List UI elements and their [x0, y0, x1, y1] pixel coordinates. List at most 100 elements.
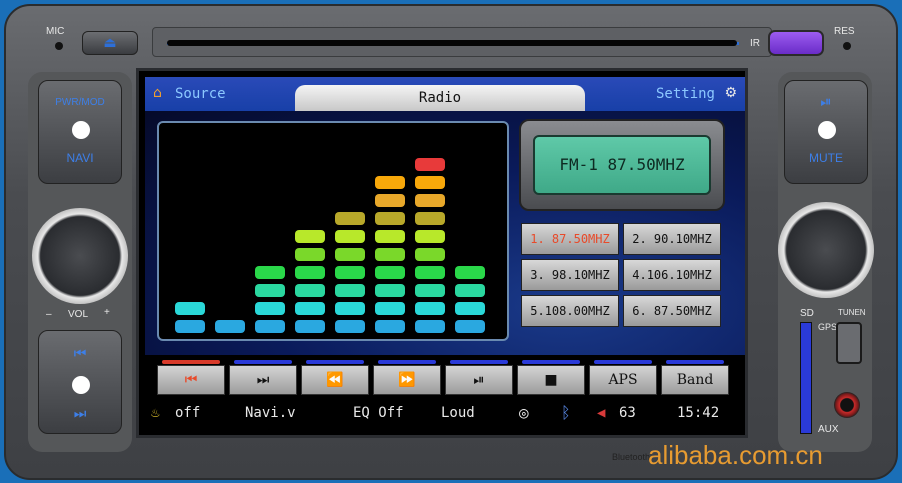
- eq-segment: [255, 284, 285, 297]
- seat-icon: ♨: [151, 405, 160, 421]
- track-seek-button[interactable]: ⏮ ⏭: [38, 330, 122, 434]
- eq-segment: [455, 284, 485, 297]
- aux-jack[interactable]: [834, 392, 860, 418]
- status-bar: ♨ off Navi.v EQ Off Loud ◎ ᛒ ◀ 63 15:42: [145, 395, 745, 431]
- display-screen: ⌂ Source Radio Setting ⚙ FM-1 87.50MHZ 1…: [136, 68, 748, 438]
- seek-dot: [72, 376, 90, 394]
- eq-segment: [335, 302, 365, 315]
- eq-segment: [335, 248, 365, 261]
- prev-icon: ⏮: [73, 345, 87, 361]
- preset-button-3[interactable]: 3. 98.10MHZ: [521, 259, 619, 291]
- eq-segment: [175, 302, 205, 315]
- clock: 15:42: [677, 405, 720, 421]
- next-icon: ⏭: [73, 405, 87, 421]
- mute-label: MUTE: [809, 151, 843, 165]
- stop-button[interactable]: ■: [517, 360, 585, 395]
- sd-card-slot[interactable]: [800, 322, 812, 434]
- vol-label: VOL: [68, 309, 89, 320]
- eq-segment: [295, 302, 325, 315]
- rewind-button[interactable]: ⏪: [301, 360, 369, 395]
- eq-segment: [335, 230, 365, 243]
- equalizer-panel: [157, 121, 509, 341]
- bluetooth-logo: Bluetooth: [612, 452, 651, 462]
- eq-segment: [415, 248, 445, 261]
- eject-button[interactable]: ⏏: [82, 31, 138, 55]
- preset-button-4[interactable]: 4.106.10MHZ: [623, 259, 721, 291]
- control-bar: ⏮ ⏭ ⏪ ⏩ ⏯ ■ APS Band: [145, 355, 745, 395]
- eq-segment: [295, 248, 325, 261]
- preset-button-6[interactable]: 6. 87.50MHZ: [623, 295, 721, 327]
- play-pause-button[interactable]: ⏯: [445, 360, 513, 395]
- vol-minus-label: –: [46, 309, 52, 320]
- tab-radio[interactable]: Radio: [295, 85, 585, 111]
- loud-status[interactable]: Loud: [441, 405, 475, 421]
- eq-segment: [415, 194, 445, 207]
- tune-knob[interactable]: [778, 202, 874, 298]
- volume-knob[interactable]: [32, 208, 128, 304]
- band-button[interactable]: Band: [661, 360, 729, 395]
- eq-segment: [455, 266, 485, 279]
- navi-label: NAVI: [66, 151, 94, 165]
- preset-button-1[interactable]: 1. 87.50MHZ: [521, 223, 619, 255]
- prev-track-button[interactable]: ⏮: [157, 360, 225, 395]
- frequency-display: FM-1 87.50MHZ: [519, 119, 725, 211]
- eq-segment: [335, 320, 365, 333]
- watermark: alibaba.com.cn: [648, 440, 823, 470]
- res-label: RES: [834, 26, 855, 37]
- eq-segment: [375, 194, 405, 207]
- eq-segment: [375, 320, 405, 333]
- eq-segment: [375, 266, 405, 279]
- eject-icon: ⏏: [103, 35, 117, 51]
- radio-content: FM-1 87.50MHZ 1. 87.50MHZ 2. 90.10MHZ 3. 9…: [145, 111, 745, 355]
- gear-icon[interactable]: ⚙: [724, 85, 737, 101]
- disc-icon: ◎: [519, 403, 529, 422]
- eq-segment: [295, 230, 325, 243]
- eq-segment: [375, 230, 405, 243]
- eq-segment: [455, 302, 485, 315]
- preset-button-2[interactable]: 2. 90.10MHZ: [623, 223, 721, 255]
- fast-forward-button[interactable]: ⏩: [373, 360, 441, 395]
- eq-status[interactable]: EQ Off: [353, 405, 404, 421]
- eq-segment: [415, 320, 445, 333]
- reset-hole[interactable]: [843, 42, 851, 50]
- eq-segment: [335, 212, 365, 225]
- frequency-lcd: FM-1 87.50MHZ: [533, 135, 711, 195]
- aux-label: AUX: [818, 424, 839, 435]
- navi-status[interactable]: Navi.v: [245, 405, 296, 421]
- mute-dot: [818, 121, 836, 139]
- gps-label: GPS: [818, 322, 838, 332]
- vol-plus-label: +: [104, 307, 110, 318]
- mic-label: MIC: [46, 26, 65, 37]
- eq-segment: [415, 302, 445, 315]
- eq-segment: [295, 266, 325, 279]
- home-icon[interactable]: ⌂: [153, 85, 162, 101]
- eq-segment: [415, 212, 445, 225]
- seat-status: off: [175, 405, 201, 421]
- play-mute-button[interactable]: ⏯ MUTE: [784, 80, 868, 184]
- next-track-button[interactable]: ⏭: [229, 360, 297, 395]
- eq-segment: [215, 320, 245, 333]
- gps-port[interactable]: [836, 322, 862, 364]
- aps-button[interactable]: APS: [589, 360, 657, 395]
- eq-segment: [335, 266, 365, 279]
- source-button[interactable]: Source: [175, 86, 226, 102]
- eq-segment: [415, 266, 445, 279]
- eq-segment: [415, 284, 445, 297]
- volume-level: 63: [619, 405, 636, 421]
- play-pause-icon: ⏯: [820, 93, 832, 109]
- pwr-navi-button[interactable]: PWR/MOD NAVI: [38, 80, 122, 184]
- eq-segment: [255, 266, 285, 279]
- ir-label: IR: [750, 38, 760, 49]
- eq-segment: [375, 176, 405, 189]
- eq-segment: [295, 284, 325, 297]
- ir-button[interactable]: [768, 30, 824, 56]
- tunen-label: TUNEN: [838, 308, 866, 317]
- eq-segment: [415, 158, 445, 171]
- setting-button[interactable]: Setting: [656, 86, 715, 102]
- eq-segment: [375, 284, 405, 297]
- top-bar: ⌂ Source Radio Setting ⚙: [145, 77, 745, 111]
- eq-segment: [375, 302, 405, 315]
- preset-button-5[interactable]: 5.108.00MHZ: [521, 295, 619, 327]
- eq-segment: [255, 320, 285, 333]
- eq-segment: [415, 230, 445, 243]
